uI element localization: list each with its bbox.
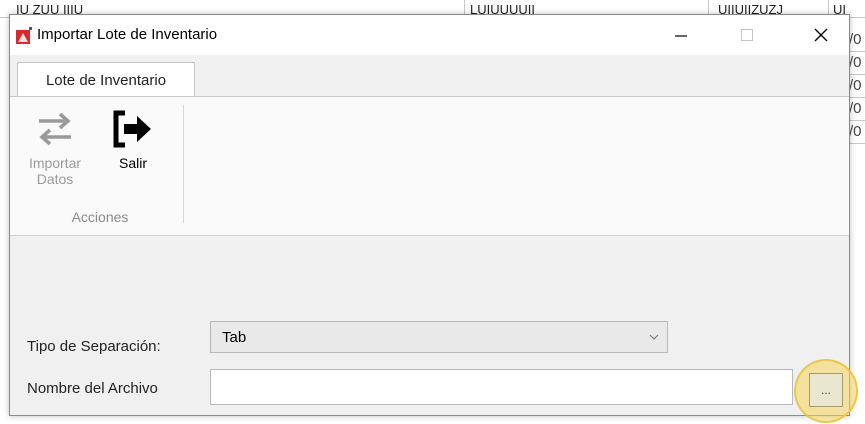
grid-cell: /0 [849,123,862,140]
tab-lote-de-inventario[interactable]: Lote de Inventario [17,62,195,97]
ribbon-group-label: Acciones [71,209,129,225]
title-bar[interactable]: Importar Lote de Inventario [10,15,849,55]
grid-cell: /0 [849,77,862,94]
import-label-line1: Importar [28,155,82,171]
app-icon [16,27,32,44]
grid-cell: /0 [849,31,862,48]
ribbon-panel: Importar Datos Salir Acciones [10,96,849,236]
ribbon-group-separator [183,105,184,223]
ribbon: Lote de Inventario Importar Datos Salir [10,55,849,236]
minimize-icon [675,35,687,37]
grid-line [848,51,865,52]
sign-out-icon [113,110,151,148]
file-name-input[interactable] [210,369,793,405]
close-button[interactable] [798,15,844,55]
file-name-label: Nombre del Archivo [27,380,158,397]
grid-line [848,143,865,144]
grid-cell: /0 [849,54,862,71]
separator-type-label: Tipo de Separación: [27,338,161,355]
window-title: Importar Lote de Inventario [37,26,218,43]
import-label-line2: Datos [36,171,74,187]
chevron-down-icon [649,334,659,340]
exit-label: Salir [118,155,147,171]
import-data-button[interactable]: Importar Datos [23,107,87,187]
grid-line [848,97,865,98]
separator-type-select[interactable]: Tab [210,321,668,353]
grid-line [848,120,865,121]
grid-cell: /0 [849,100,862,117]
minimize-button[interactable] [658,15,704,55]
close-icon [814,28,828,42]
separator-type-value: Tab [222,329,247,346]
maximize-button[interactable] [724,15,770,55]
maximize-icon [741,29,753,41]
import-inventory-dialog: Importar Lote de Inventario Lote de Inve… [9,14,858,423]
grid-line [848,74,865,75]
exit-button[interactable]: Salir [108,107,158,171]
browse-file-button[interactable]: ... [809,373,843,407]
transfer-arrows-icon [39,112,71,146]
